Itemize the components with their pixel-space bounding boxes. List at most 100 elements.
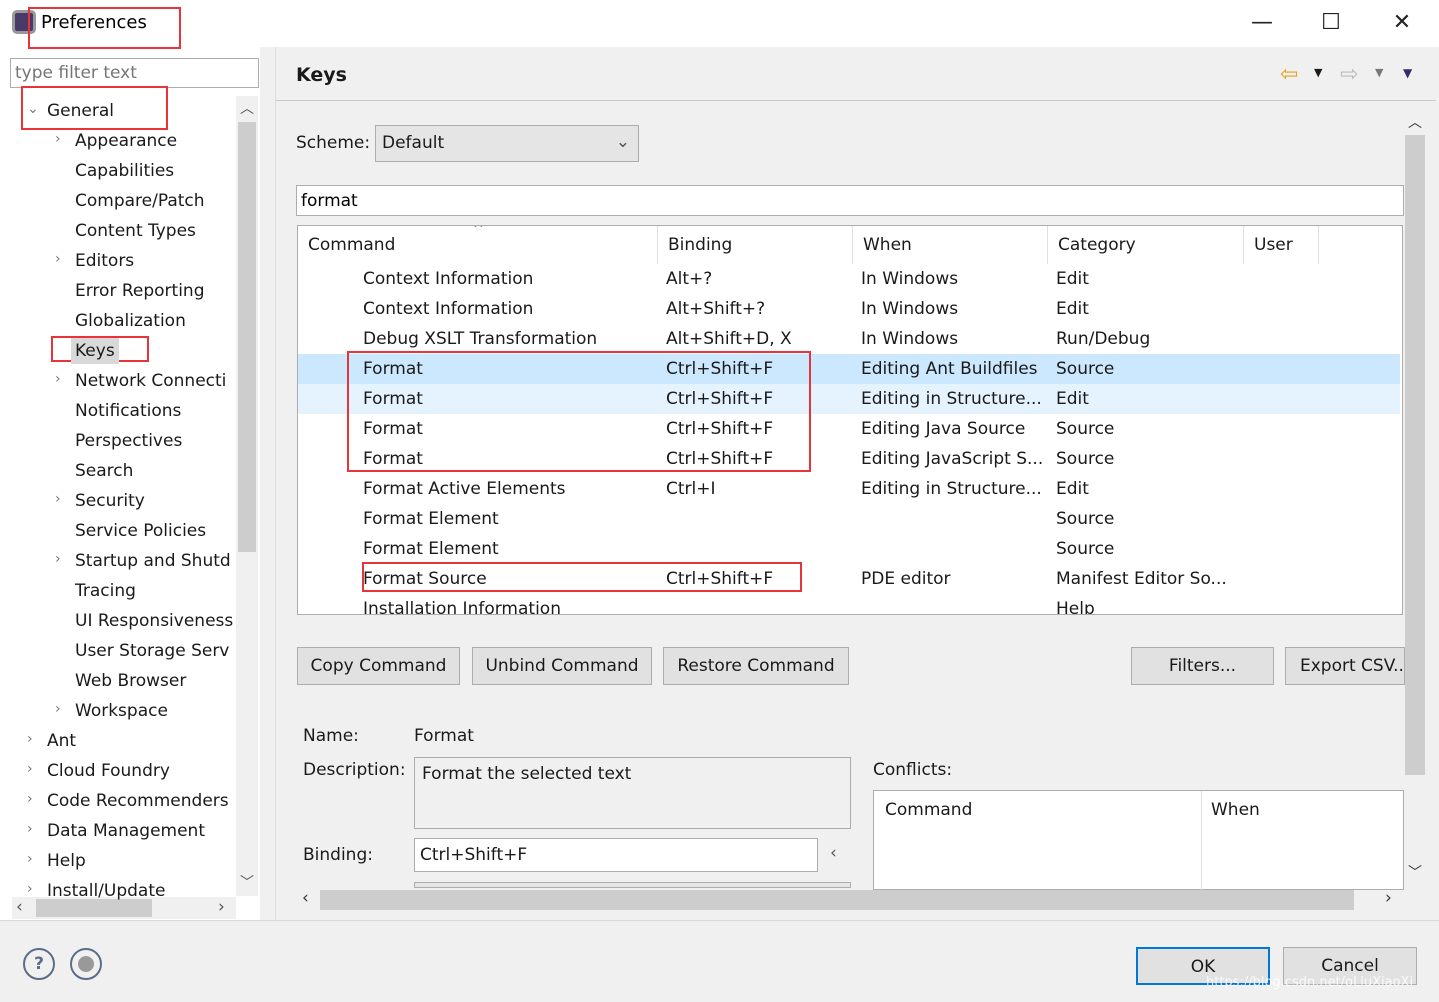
- tree-item[interactable]: UI Responsiveness: [71, 606, 236, 636]
- conflicts-header-command[interactable]: Command: [885, 800, 972, 820]
- description-field[interactable]: Format the selected text: [414, 757, 851, 829]
- scroll-up-icon[interactable]: ︿: [240, 98, 254, 118]
- forward-menu-icon[interactable]: ▼: [1375, 66, 1383, 79]
- table-row[interactable]: Format Element Source: [298, 534, 1400, 564]
- export-csv-button[interactable]: Export CSV...: [1285, 647, 1405, 685]
- chevron-right-icon[interactable]: ›: [27, 731, 33, 747]
- cell-when: Editing Java Source: [861, 419, 1026, 439]
- tree-scroll-thumb[interactable]: [238, 122, 256, 552]
- scroll-left-icon[interactable]: ‹: [16, 897, 23, 917]
- binding-input[interactable]: Ctrl+Shift+F: [414, 838, 818, 872]
- help-icon[interactable]: ?: [23, 948, 55, 980]
- chevron-right-icon[interactable]: ›: [55, 551, 61, 567]
- tree-item[interactable]: Error Reporting: [71, 276, 208, 306]
- column-header-when[interactable]: When: [853, 226, 1048, 264]
- chevron-right-icon[interactable]: ›: [55, 701, 61, 717]
- tree-item[interactable]: User Storage Serv: [71, 636, 233, 666]
- tree-item[interactable]: Capabilities: [71, 156, 178, 186]
- table-row[interactable]: Context Information Alt+Shift+? In Windows…: [298, 294, 1400, 324]
- tree-item[interactable]: Install/Update: [43, 876, 169, 906]
- tree-item[interactable]: Globalization: [71, 306, 190, 336]
- scroll-down-icon[interactable]: ﹀: [240, 872, 254, 892]
- chevron-right-icon[interactable]: ›: [27, 851, 33, 867]
- scroll-down-icon[interactable]: ﹀: [1408, 862, 1422, 882]
- tree-item[interactable]: Keys: [71, 338, 119, 364]
- table-row[interactable]: Format Ctrl+Shift+F Editing Java Source Sou…: [298, 414, 1400, 444]
- cell-when: In Windows: [861, 329, 959, 349]
- chevron-down-icon[interactable]: ⌄: [27, 101, 39, 117]
- import-export-icon[interactable]: [70, 948, 102, 980]
- tree-item[interactable]: Help: [43, 846, 90, 876]
- table-row[interactable]: Installation Information Help: [298, 594, 1400, 614]
- forward-arrow-icon[interactable]: ⇨: [1340, 62, 1358, 87]
- unbind-command-button[interactable]: Unbind Command: [472, 647, 652, 685]
- tree-item[interactable]: Code Recommenders: [43, 786, 233, 816]
- tree-item[interactable]: Security: [71, 486, 149, 516]
- chevron-right-icon[interactable]: ›: [27, 881, 33, 897]
- scroll-left-icon[interactable]: ‹: [302, 888, 309, 908]
- chevron-right-icon[interactable]: ›: [27, 761, 33, 777]
- filter-input[interactable]: [10, 58, 259, 88]
- add-key-menu-icon[interactable]: ‹: [830, 843, 837, 863]
- tree-item[interactable]: General: [43, 96, 118, 126]
- chevron-right-icon[interactable]: ›: [27, 791, 33, 807]
- name-label: Name:: [303, 726, 359, 746]
- back-arrow-icon[interactable]: ⇦: [1280, 62, 1298, 87]
- scheme-select[interactable]: Default ⌄: [375, 125, 639, 162]
- restore-command-button[interactable]: Restore Command: [663, 647, 849, 685]
- tree-item[interactable]: Service Policies: [71, 516, 210, 546]
- chevron-right-icon[interactable]: ›: [55, 131, 61, 147]
- sash[interactable]: [260, 47, 276, 920]
- tree-item[interactable]: Perspectives: [71, 426, 186, 456]
- column-header-category[interactable]: Category: [1048, 226, 1244, 264]
- table-row[interactable]: Format Ctrl+Shift+F Editing Ant Buildfiles…: [298, 354, 1400, 384]
- copy-command-button[interactable]: Copy Command: [297, 647, 460, 685]
- chevron-right-icon[interactable]: ›: [27, 821, 33, 837]
- page-hscroll-thumb[interactable]: [320, 890, 1354, 910]
- cell-when: Editing in Structure...: [861, 389, 1042, 409]
- table-row[interactable]: Format Element Source: [298, 504, 1400, 534]
- cell-command: Context Information: [363, 299, 534, 319]
- table-row[interactable]: Format Ctrl+Shift+F Editing JavaScript S..…: [298, 444, 1400, 474]
- minimize-button[interactable]: —: [1242, 8, 1282, 38]
- cell-category: Source: [1056, 449, 1115, 469]
- tree-item[interactable]: Ant: [43, 726, 80, 756]
- close-button[interactable]: ✕: [1382, 8, 1422, 38]
- back-menu-icon[interactable]: ▼: [1314, 66, 1322, 79]
- table-row[interactable]: Context Information Alt+? In Windows Edit: [298, 264, 1400, 294]
- tree-item[interactable]: Appearance: [71, 126, 181, 156]
- column-header-user[interactable]: User: [1244, 226, 1319, 264]
- filters-button[interactable]: Filters...: [1131, 647, 1274, 685]
- scroll-right-icon[interactable]: ›: [1385, 888, 1392, 908]
- tree-item[interactable]: Content Types: [71, 216, 200, 246]
- keys-search-input[interactable]: [296, 185, 1404, 216]
- tree-item[interactable]: Editors: [71, 246, 138, 276]
- chevron-right-icon[interactable]: ›: [55, 371, 61, 387]
- maximize-button[interactable]: ☐: [1311, 8, 1351, 38]
- view-menu-icon[interactable]: ▼: [1403, 66, 1412, 80]
- tree-item[interactable]: Compare/Patch: [71, 186, 209, 216]
- tree-item[interactable]: Search: [71, 456, 137, 486]
- table-row[interactable]: Format Ctrl+Shift+F Editing in Structure..…: [298, 384, 1400, 414]
- column-header-binding[interactable]: Binding: [658, 226, 853, 264]
- table-row[interactable]: Debug XSLT Transformation Alt+Shift+D, X I…: [298, 324, 1400, 354]
- column-divider: [1201, 791, 1202, 891]
- tree-item[interactable]: Cloud Foundry: [43, 756, 174, 786]
- tree-item[interactable]: Network Connecti: [71, 366, 230, 396]
- tree-item[interactable]: Data Management: [43, 816, 209, 846]
- tree-item[interactable]: Web Browser: [71, 666, 190, 696]
- table-row[interactable]: Format Source Ctrl+Shift+F PDE editor Manif…: [298, 564, 1400, 594]
- tree-item[interactable]: Startup and Shutd: [71, 546, 235, 576]
- tree-item[interactable]: Workspace: [71, 696, 172, 726]
- cell-binding: Ctrl+Shift+F: [666, 389, 774, 409]
- page-scroll-thumb[interactable]: [1405, 135, 1425, 775]
- conflicts-header-when[interactable]: When: [1211, 800, 1260, 820]
- chevron-right-icon[interactable]: ›: [55, 491, 61, 507]
- sort-ascending-icon: ^: [473, 225, 484, 237]
- tree-item[interactable]: Notifications: [71, 396, 185, 426]
- table-row[interactable]: Format Active Elements Ctrl+I Editing in S…: [298, 474, 1400, 504]
- chevron-right-icon[interactable]: ›: [55, 251, 61, 267]
- scroll-right-icon[interactable]: ›: [218, 897, 225, 917]
- scroll-up-icon[interactable]: ︿: [1408, 112, 1422, 132]
- tree-item[interactable]: Tracing: [71, 576, 140, 606]
